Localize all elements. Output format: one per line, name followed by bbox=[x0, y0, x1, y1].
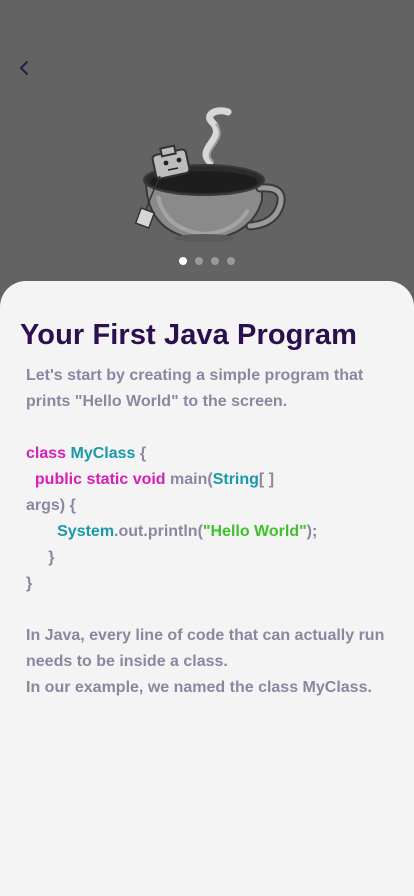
code-line-1: class MyClass { bbox=[26, 445, 147, 462]
carousel-dot-3[interactable] bbox=[211, 257, 219, 265]
code-line-5: } bbox=[48, 549, 55, 566]
code-line-2: public static void main(String[ ] bbox=[34, 471, 275, 488]
chevron-left-icon bbox=[20, 61, 28, 75]
back-button[interactable] bbox=[14, 56, 36, 80]
carousel-dot-4[interactable] bbox=[227, 257, 235, 265]
lesson-title: Your First Java Program bbox=[20, 319, 357, 351]
lesson-intro: Let's start by creating a simple program… bbox=[26, 367, 364, 410]
lesson-content: Let's start by creating a simple program… bbox=[26, 363, 396, 701]
carousel-dot-2[interactable] bbox=[195, 257, 203, 265]
lesson-outro-1: In Java, every line of code that can act… bbox=[26, 627, 385, 670]
code-line-6: } bbox=[26, 575, 33, 592]
code-line-4: System.out.println("Hello World"); bbox=[57, 523, 318, 540]
java-coffee-cup-illustration bbox=[134, 107, 286, 242]
code-snippet: class MyClass { public static void main(… bbox=[26, 441, 396, 597]
code-line-3: args) { bbox=[26, 497, 76, 514]
carousel-dot-1[interactable] bbox=[179, 257, 187, 265]
carousel-indicator bbox=[0, 257, 414, 267]
lesson-card: Your First Java Program Let's start by c… bbox=[0, 281, 414, 896]
lesson-outro-2: In our example, we named the class MyCla… bbox=[26, 679, 372, 696]
